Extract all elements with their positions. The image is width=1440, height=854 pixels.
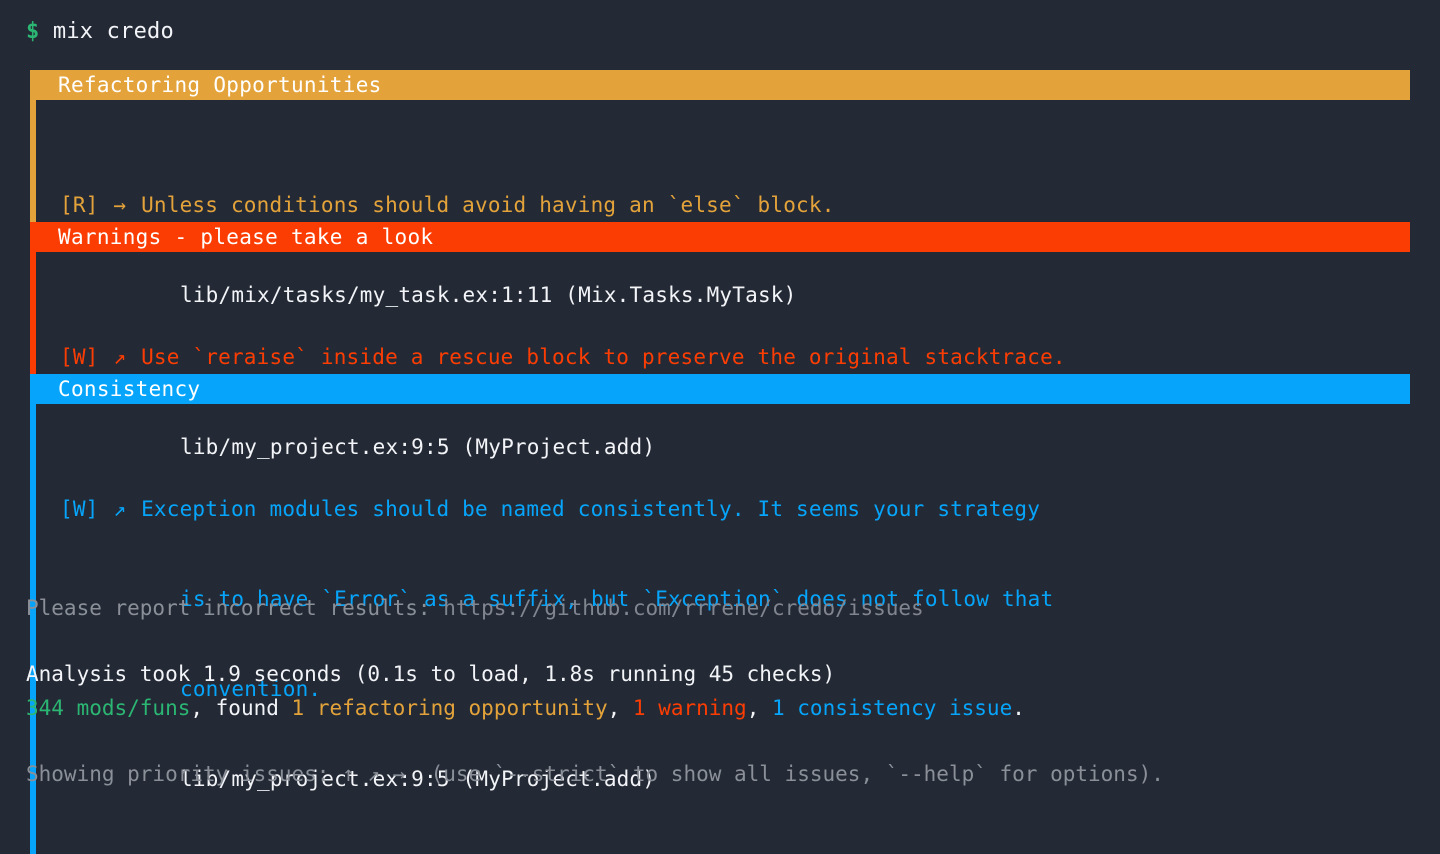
report-url[interactable]: https://github.com/rrrene/credo/issues (443, 596, 923, 620)
issue-message: Exception modules should be named consis… (141, 497, 1040, 521)
issue-priority-arrow-icon: ↗ (111, 497, 128, 521)
prompt-command (39, 19, 52, 44)
stats-mods-funs: 344 mods/funs (26, 696, 190, 720)
issue-gap (99, 345, 112, 369)
group-header-bar-consistency: Consistency (30, 374, 1410, 404)
stats-warning-count: 1 warning (633, 696, 747, 720)
issue-tag: [W] (60, 497, 99, 521)
issue-row[interactable]: [W] ↗ Exception modules should be named … (60, 434, 1410, 854)
group-header-bar-refactoring: Refactoring Opportunities (30, 70, 1410, 100)
stats-period: . (1012, 696, 1025, 720)
prompt-command-text: mix credo (53, 19, 174, 44)
priority-hint-suffix: (use `--strict` to show all issues, `--h… (405, 762, 1164, 786)
issue-tag: [R] (60, 193, 99, 217)
report-line: Please report incorrect results: https:/… (26, 593, 924, 623)
group-spacer (60, 100, 1410, 130)
issue-message: Use `reraise` inside a rescue block to p… (141, 345, 1066, 369)
stats-refactoring-count: 1 refactoring opportunity (292, 696, 608, 720)
group-header-bar-warnings: Warnings - please take a look (30, 222, 1410, 252)
issue-gap (99, 497, 112, 521)
issue-priority-arrow-icon: → (111, 193, 128, 217)
priority-arrow-icons: ↑ ↗ → (342, 762, 405, 786)
issue-tag: [W] (60, 345, 99, 369)
shell-prompt-line: $ mix credo (26, 17, 174, 47)
group-spacer (60, 252, 1410, 282)
stats-found-label: , found (190, 696, 291, 720)
issue-headline: [R] → Unless conditions should avoid hav… (60, 190, 1410, 220)
report-label: Please report incorrect results: (26, 596, 443, 620)
priority-hint-line: Showing priority issues: ↑ ↗ → (use `--s… (26, 759, 1164, 789)
issue-gap2 (128, 193, 141, 217)
issue-headline: [W] ↗ Use `reraise` inside a rescue bloc… (60, 342, 1410, 372)
issue-gap2 (128, 345, 141, 369)
stats-sep-1: , (608, 696, 633, 720)
stats-line: 344 mods/funs, found 1 refactoring oppor… (26, 693, 1025, 723)
analysis-summary-line: Analysis took 1.9 seconds (0.1s to load,… (26, 659, 835, 689)
stats-sep-2: , (747, 696, 772, 720)
issue-gap2 (128, 497, 141, 521)
prompt-sigil: $ (26, 19, 39, 44)
issue-gap (99, 193, 112, 217)
terminal-window: $ mix credo Refactoring Opportunities [R… (0, 0, 1440, 810)
issue-priority-arrow-icon: ↗ (111, 345, 128, 369)
issue-message: Unless conditions should avoid having an… (141, 193, 835, 217)
priority-hint-prefix: Showing priority issues: (26, 762, 342, 786)
issue-headline: [W] ↗ Exception modules should be named … (60, 494, 1410, 524)
stats-consistency-count: 1 consistency issue (772, 696, 1012, 720)
group-spacer (60, 404, 1410, 434)
